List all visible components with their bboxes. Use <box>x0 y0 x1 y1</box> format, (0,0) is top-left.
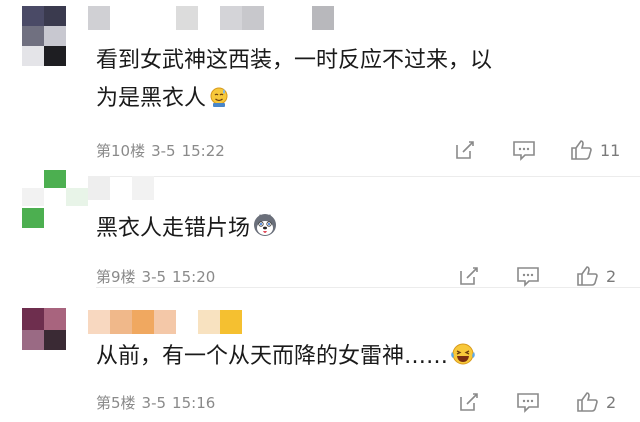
comment-icon <box>513 141 535 161</box>
husky-emoji-icon <box>252 212 278 251</box>
thumbs-up-icon <box>577 392 598 412</box>
thumbs-up-icon <box>571 140 592 160</box>
like-count: 11 <box>600 140 621 160</box>
like-button[interactable]: 2 <box>576 264 616 288</box>
floor-number: 第9楼 <box>96 268 136 286</box>
comment-time: 15:20 <box>172 268 216 286</box>
comment-item: 黑衣人走错片场 第9楼 3-5 15:20 2 <box>0 170 640 288</box>
comment-item: 看到女武神这西装，一时反应不过来，以 为是黑衣人 第10楼 3-5 15:22 <box>0 0 640 176</box>
thumbs-up-icon <box>577 266 598 286</box>
like-button[interactable]: 2 <box>576 390 616 414</box>
avatar[interactable] <box>22 308 70 368</box>
comment-button[interactable] <box>516 264 540 288</box>
avatar[interactable] <box>22 6 70 66</box>
edit-icon <box>456 141 474 159</box>
comment-date: 3-5 <box>141 268 167 286</box>
comment-item: 从前，有一个从天而降的女雷神…… 第5楼 3-5 15:16 2 <box>0 286 640 422</box>
comment-meta: 第5楼 3-5 15:16 <box>96 392 221 413</box>
comment-button[interactable] <box>516 390 540 414</box>
like-button[interactable]: 11 <box>570 138 620 162</box>
comment-meta: 第10楼 3-5 15:22 <box>96 140 231 161</box>
comment-text-line: 黑衣人走错片场 <box>96 216 251 241</box>
floor-number: 第5楼 <box>96 394 136 412</box>
comment-meta: 第9楼 3-5 15:20 <box>96 266 221 287</box>
comment-date: 3-5 <box>151 142 176 160</box>
comment-time: 15:22 <box>181 142 225 160</box>
floor-number: 第10楼 <box>96 142 146 160</box>
comment-text: 从前，有一个从天而降的女雷神…… <box>96 338 476 379</box>
laugh-tears-emoji-icon <box>450 341 476 379</box>
comment-date: 3-5 <box>141 394 167 412</box>
reply-button[interactable] <box>454 138 476 162</box>
edit-icon <box>460 267 478 285</box>
reply-button[interactable] <box>458 264 480 288</box>
comment-text: 看到女武神这西装，一时反应不过来，以 为是黑衣人 <box>96 42 492 121</box>
like-count: 2 <box>606 392 617 412</box>
comment-text-line: 从前，有一个从天而降的女雷神…… <box>96 344 449 369</box>
comment-time: 15:16 <box>172 394 216 412</box>
avatar[interactable] <box>22 170 88 230</box>
comment-text: 黑衣人走错片场 <box>96 210 278 251</box>
like-count: 2 <box>606 266 617 286</box>
reply-button[interactable] <box>458 390 480 414</box>
sweat-smile-emoji-icon <box>208 83 230 121</box>
comment-icon <box>517 267 539 287</box>
edit-icon <box>460 393 478 411</box>
comment-button[interactable] <box>512 138 536 162</box>
comment-icon <box>517 393 539 413</box>
comment-text-line: 为是黑衣人 <box>96 86 207 111</box>
comment-text-line: 看到女武神这西装，一时反应不过来，以 <box>96 48 493 73</box>
